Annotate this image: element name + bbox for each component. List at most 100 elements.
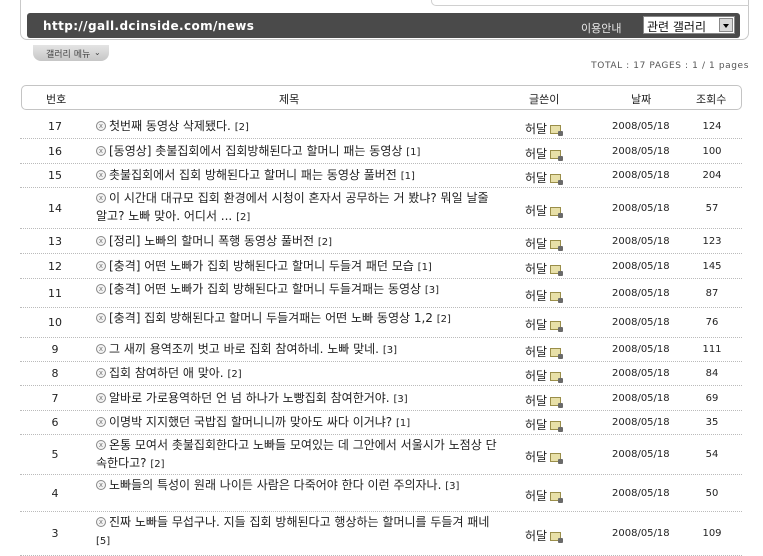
post-views: 54 [705,449,719,460]
writer-name[interactable]: 허달 [525,237,547,251]
post-title[interactable]: 이명박 지지했던 국밥집 할머니니까 맞아도 싸다 이거냐? [109,415,392,429]
post-title[interactable]: [동영상] 촛불집회에서 집회방해된다고 할머니 패는 동영상 [109,144,402,158]
post-writer[interactable]: 허달 [525,145,564,162]
post-writer[interactable]: 허달 [525,169,564,186]
post-number: 6 [51,416,59,429]
gallog-icon[interactable] [550,421,564,432]
post-writer[interactable]: 허달 [525,527,564,544]
related-gallery-select[interactable]: 관련 갤러리 [643,16,735,34]
writer-name[interactable]: 허달 [525,289,547,303]
post-writer[interactable]: 허달 [525,343,564,360]
guide-link[interactable]: 이용안내 [581,20,621,36]
gallog-icon[interactable] [550,396,564,408]
comment-count[interactable]: [3] [393,394,407,405]
gallog-icon[interactable] [550,206,564,218]
post-writer[interactable]: 허달 [525,202,564,219]
post-title-link[interactable]: x이 시간대 대규모 집회 환경에서 시청이 혼자서 공무하는 거 봤냐? 뭐일… [96,189,501,227]
gallog-icon[interactable] [550,174,564,185]
gallog-icon[interactable] [550,532,564,543]
comment-count[interactable]: [2] [235,122,249,133]
post-writer[interactable]: 허달 [525,367,564,384]
post-writer[interactable]: 허달 [525,392,564,409]
comment-count[interactable]: [3] [445,481,459,492]
post-views: 124 [702,120,722,132]
gallog-icon[interactable] [550,491,564,503]
post-title[interactable]: 촛불집회에서 집회 방해된다고 할머니 패는 동영상 풀버전 [109,168,397,182]
post-writer[interactable]: 허달 [525,416,564,433]
gallog-icon[interactable] [550,453,564,464]
post-title-link[interactable]: x 이명박 지지했던 국밥집 할머니니까 맞아도 싸다 이거냐? [1] [96,413,501,433]
post-title[interactable]: [충격] 어떤 노빠가 집회 방해된다고 할머니 두들겨패는 동영상 [109,282,421,296]
gallog-icon[interactable] [550,149,564,161]
comment-count[interactable]: [1] [401,171,415,182]
post-title-link[interactable]: x [충격] 어떤 노빠가 집회 방해된다고 할머니 두들겨패는 동영상 [3] [96,280,501,300]
post-title-link[interactable]: x 집회 참여하던 애 맞아. [2] [96,364,501,384]
post-title[interactable]: 집회 참여하던 애 맞아. [109,366,224,380]
comment-count[interactable]: [2] [150,459,164,470]
writer-name[interactable]: 허달 [525,262,547,276]
comment-count[interactable]: [2] [437,314,451,325]
post-writer[interactable]: 허달 [525,235,564,252]
post-title-link[interactable]: x 촛불집회에서 집회 방해된다고 할머니 패는 동영상 풀버전 [1] [96,166,501,186]
comment-count[interactable]: [1] [396,418,410,429]
post-writer[interactable]: 허달 [525,448,564,465]
gallog-icon[interactable] [550,124,564,136]
comment-count[interactable]: [2] [227,369,241,380]
table-row: 14 x 이 시간대 대규모 집회 환경에서 시청이 혼자서 공무하는 거 봤냐? … [20,188,742,229]
comment-count[interactable]: [3] [383,345,397,356]
gallog-icon[interactable] [550,264,564,276]
writer-name[interactable]: 허달 [525,122,547,136]
gallery-menu-button[interactable]: 갤러리 메뉴 ⌄ [33,45,109,61]
comment-count[interactable]: [1] [418,262,432,273]
gallog-icon[interactable] [550,239,564,251]
post-title[interactable]: 첫번째 동영상 삭제됐다. [109,119,231,133]
post-writer[interactable]: 허달 [525,260,564,277]
writer-name[interactable]: 허달 [525,318,547,332]
comment-count[interactable]: [2] [318,237,332,248]
post-title-link[interactable]: x그 새끼 용역조끼 벗고 바로 집회 참여하네. 노빠 맞네. [3] [96,340,501,360]
post-writer[interactable]: 허달 [525,120,564,137]
post-title-link[interactable]: x [충격] 어떤 노빠가 집회 방해된다고 할머니 두들겨 패던 모습 [1] [96,257,501,277]
comment-count[interactable]: [1] [406,147,420,158]
post-writer[interactable]: 허달 [525,316,564,333]
writer-name[interactable]: 허달 [525,529,547,543]
post-title[interactable]: 이 시간대 대규모 집회 환경에서 시청이 혼자서 공무하는 거 봤냐? 뭐일 … [96,191,489,223]
writer-name[interactable]: 허달 [525,450,547,464]
comment-count[interactable]: [2] [236,212,250,223]
post-type-icon: x [96,417,106,427]
post-title[interactable]: [충격] 어떤 노빠가 집회 방해된다고 할머니 두들겨 패던 모습 [109,259,414,273]
writer-name[interactable]: 허달 [525,345,547,359]
post-title-link[interactable]: x 진짜 노빠들 무섭구나. 지들 집회 방해된다고 행상하는 할머니를 두들겨 … [96,513,501,551]
comment-count[interactable]: [3] [425,285,439,296]
gallog-icon[interactable] [550,348,564,359]
post-title[interactable]: 알바로 가로용역하던 언 넘 하나가 노빵집회 참여한거야. [109,391,390,405]
post-title[interactable]: 그 새끼 용역조끼 벗고 바로 집회 참여하네. 노빠 맞네. [109,342,379,356]
writer-name[interactable]: 허달 [525,394,547,408]
writer-name[interactable]: 허달 [525,418,547,432]
gallog-icon[interactable] [550,321,564,332]
post-title[interactable]: 노빠들의 특성이 원래 나이든 사람은 다죽어야 한다 이런 주의자나. [109,478,441,492]
gallog-icon[interactable] [550,291,564,303]
post-title-link[interactable]: x 노빠들의 특성이 원래 나이든 사람은 다죽어야 한다 이런 주의자나. [3… [96,476,501,496]
post-title-link[interactable]: x 첫번째 동영상 삭제됐다. [2] [96,117,501,137]
post-title-link[interactable]: x [충격] 집회 방해된다고 할머니 두들겨패는 어떤 노빠 동영상 1,2 [… [96,309,501,329]
writer-name[interactable]: 허달 [525,204,547,218]
writer-name[interactable]: 허달 [525,489,547,503]
post-title[interactable]: 진짜 노빠들 무섭구나. 지들 집회 방해된다고 행상하는 할머니를 두들겨 패… [109,515,489,529]
gallery-url[interactable]: http://gall.dcinside.com/news [43,19,254,33]
writer-name[interactable]: 허달 [525,147,547,161]
writer-name[interactable]: 허달 [525,171,547,185]
writer-name[interactable]: 허달 [525,369,547,383]
post-date: 2008/05/18 [612,449,670,460]
post-title-link[interactable]: x [정리] 노빠의 할머니 폭행 동영상 풀버전 [2] [96,232,501,252]
comment-count[interactable]: [5] [96,536,110,547]
post-title-link[interactable]: x 온통 모여서 촛불집회한다고 노빠들 모여있는 데 그안에서 서울시가 노점상… [96,436,501,474]
post-title[interactable]: [정리] 노빠의 할머니 폭행 동영상 풀버전 [109,234,314,248]
post-writer[interactable]: 허달 [525,287,564,304]
post-title-link[interactable]: x [동영상] 촛불집회에서 집회방해된다고 할머니 패는 동영상 [1] [96,142,501,162]
post-title-link[interactable]: x 알바로 가로용역하던 언 넘 하나가 노빵집회 참여한거야. [3] [96,389,501,409]
gallog-icon[interactable] [550,372,564,383]
post-title[interactable]: [충격] 집회 방해된다고 할머니 두들겨패는 어떤 노빠 동영상 1,2 [109,311,433,325]
post-writer[interactable]: 허달 [525,487,564,504]
select-arrow-icon[interactable] [719,18,733,32]
